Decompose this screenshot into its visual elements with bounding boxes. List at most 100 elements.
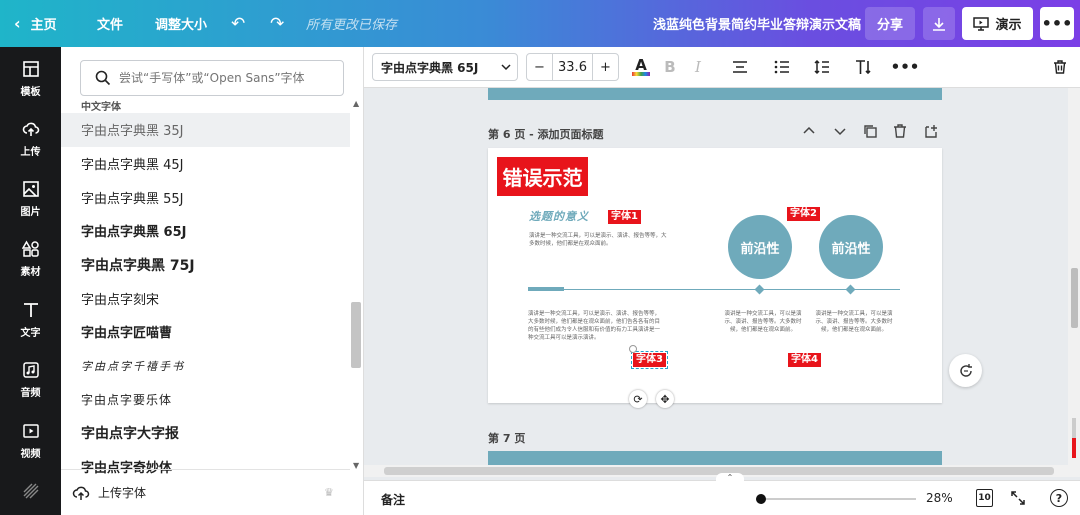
font-tag-1: 字体1	[608, 210, 641, 224]
redo-icon[interactable]: ↷	[270, 0, 284, 47]
rail-item-templates[interactable]: 模板	[0, 51, 61, 107]
more-text-options-icon[interactable]: •••	[891, 55, 920, 79]
text-color-button[interactable]: A	[629, 55, 653, 79]
section-label-chinese-fonts: 中文字体	[81, 102, 121, 113]
font-list-scroll-thumb[interactable]	[351, 302, 361, 368]
scroll-up-icon[interactable]: ▲	[353, 99, 359, 108]
upload-cloud-icon	[22, 122, 39, 136]
page-move-down-icon[interactable]	[833, 124, 847, 142]
template-icon	[22, 61, 39, 77]
font-item[interactable]: 字由点字典黑 35J	[61, 113, 350, 147]
selection-handle-top[interactable]	[629, 345, 637, 353]
download-icon	[933, 17, 945, 31]
increase-font-size-button[interactable]: +	[592, 54, 618, 80]
font-item[interactable]: 字由点字要乐体	[61, 383, 350, 417]
page-delete-icon[interactable]	[893, 124, 907, 142]
vertical-text-icon[interactable]	[852, 55, 876, 79]
text-icon	[23, 303, 38, 317]
font-tag-2: 字体2	[787, 207, 820, 221]
page-6-title-label[interactable]: 第 6 页 - 添加页面标题	[488, 126, 604, 142]
slide-text-middle[interactable]: 演讲是一种交流工具，可以是演示、演讲、报告等等。大多数时候，他们都是在观众面前。	[724, 310, 802, 334]
font-list-scrollbar[interactable]: ▲ ▼	[350, 99, 362, 471]
rail-item-elements[interactable]: 素材	[0, 231, 61, 287]
upload-font-button[interactable]: 上传字体 ♛	[61, 469, 350, 515]
zoom-slider-knob[interactable]	[756, 494, 766, 504]
upload-cloud-icon	[72, 486, 90, 500]
line-spacing-icon[interactable]	[810, 55, 834, 79]
slide-subtitle[interactable]: 选题的意义	[529, 208, 589, 224]
scroll-down-icon[interactable]: ▼	[353, 461, 359, 470]
font-item[interactable]: 字由点字大字报	[61, 416, 350, 450]
font-item[interactable]: 字由点字典黑 55J	[61, 180, 350, 214]
home-button[interactable]: ‹ 主页	[14, 0, 57, 47]
page-7-title-label[interactable]: 第 7 页	[488, 430, 525, 446]
move-handle-icon[interactable]: ✥	[656, 390, 674, 408]
font-search-box[interactable]	[80, 60, 344, 96]
rail-item-audio[interactable]: 音频	[0, 352, 61, 408]
page-duplicate-icon[interactable]	[863, 124, 877, 142]
page-move-up-icon[interactable]	[802, 124, 816, 142]
font-item[interactable]: 字由点字匠喵曹	[61, 315, 350, 349]
text-toolbar: 字由点字典黑 65J − 33.6 + A B I •••	[364, 47, 1080, 88]
collapse-notes-icon[interactable]: ⌃	[716, 473, 744, 483]
font-family-dropdown[interactable]: 字由点字典黑 65J	[372, 53, 518, 81]
font-list: 字由点字典黑 35J 字由点字典黑 45J 字由点字典黑 55J 字由点字典黑 …	[61, 113, 350, 484]
slide-circle-1[interactable]: 前沿性	[728, 215, 792, 279]
italic-icon[interactable]: I	[686, 55, 710, 79]
resize-menu[interactable]: 调整大小	[155, 0, 207, 47]
page-grid-button[interactable]: 10	[976, 489, 993, 507]
align-center-icon[interactable]	[728, 55, 752, 79]
font-item[interactable]: 字由点字刻宋	[61, 281, 350, 315]
share-button[interactable]: 分享	[865, 7, 915, 40]
download-button[interactable]	[923, 7, 955, 40]
rail-item-uploads[interactable]: 上传	[0, 111, 61, 167]
rail-item-text[interactable]: 文字	[0, 292, 61, 348]
video-icon	[22, 424, 39, 438]
present-icon	[973, 16, 990, 31]
page-7-top	[488, 451, 942, 465]
canvas-vertical-scrollbar[interactable]	[1068, 88, 1080, 465]
help-button[interactable]: ?	[1050, 489, 1068, 507]
font-item[interactable]: 字由点字典黑 65J	[61, 214, 350, 248]
zoom-level-indicator	[1072, 418, 1076, 458]
bold-icon[interactable]: B	[658, 55, 682, 79]
slide-text-top[interactable]: 演讲是一种交流工具，可以是演示、演讲、报告等等，大多数时候，他们都是在观众面前。	[529, 232, 669, 248]
font-tag-3-selected[interactable]: 字体3	[631, 351, 668, 369]
rainbow-bar	[632, 72, 650, 76]
delete-icon[interactable]	[1048, 55, 1072, 79]
list-icon[interactable]	[770, 55, 794, 79]
notes-button[interactable]: 备注	[381, 491, 405, 508]
font-item[interactable]: 字由点字典黑 45J	[61, 147, 350, 181]
slide-page-6[interactable]: 错误示范 选题的意义 字体1 演讲是一种交流工具，可以是演示、演讲、报告等等，大…	[488, 148, 942, 403]
undo-icon[interactable]: ↶	[231, 0, 245, 47]
design-canvas[interactable]: 第 6 页 - 添加页面标题 错误示范 选题的意义 字体1 演讲是一种交流工具，…	[364, 88, 1068, 465]
zoom-percentage[interactable]: 28%	[926, 491, 953, 505]
rail-item-video[interactable]: 视频	[0, 413, 61, 469]
more-options-icon[interactable]: •••	[1040, 7, 1074, 40]
rail-item-photos[interactable]: 图片	[0, 171, 61, 227]
top-bar: ‹ 主页 文件 调整大小 ↶ ↷ 所有更改已保存 浅蓝纯色背景简约毕业答辩演示文…	[0, 0, 1080, 47]
document-title[interactable]: 浅蓝纯色背景简约毕业答辩演示文稿	[653, 0, 861, 47]
rail-item-background[interactable]	[0, 475, 61, 511]
font-size-input[interactable]: 33.6	[553, 60, 592, 75]
refresh-comment-icon[interactable]	[949, 354, 982, 387]
present-button[interactable]: 演示	[962, 7, 1033, 40]
background-pattern-icon	[23, 483, 38, 498]
slide-text-left[interactable]: 演讲是一种交流工具，可以是演示、演讲、报告等等，大多数时候，他们都是在观众面前，…	[528, 310, 662, 342]
rotate-handle-icon[interactable]: ⟳	[629, 390, 647, 408]
left-rail: 模板 上传 图片 素材 文字 音频 视频	[0, 47, 61, 515]
zoom-slider[interactable]	[756, 494, 916, 504]
decrease-font-size-button[interactable]: −	[527, 54, 553, 80]
font-search-input[interactable]	[119, 71, 329, 85]
font-tag-4: 字体4	[788, 353, 821, 367]
canvas-vertical-scroll-thumb[interactable]	[1071, 268, 1078, 328]
page-add-icon[interactable]	[923, 124, 937, 142]
font-item[interactable]: 字由点字典黑 75J	[61, 248, 350, 282]
font-item[interactable]: 字由点字千禧手书	[61, 349, 350, 383]
fullscreen-icon[interactable]	[1010, 490, 1026, 509]
save-status: 所有更改已保存	[306, 18, 398, 33]
slide-circle-2[interactable]: 前沿性	[819, 215, 883, 279]
slide-text-right[interactable]: 演讲是一种交流工具，可以是演示、演讲、报告等等。大多数时候，他们都是在观众面前。	[815, 310, 893, 334]
file-menu[interactable]: 文件	[97, 0, 123, 47]
slide-title-box[interactable]: 错误示范	[497, 157, 588, 196]
